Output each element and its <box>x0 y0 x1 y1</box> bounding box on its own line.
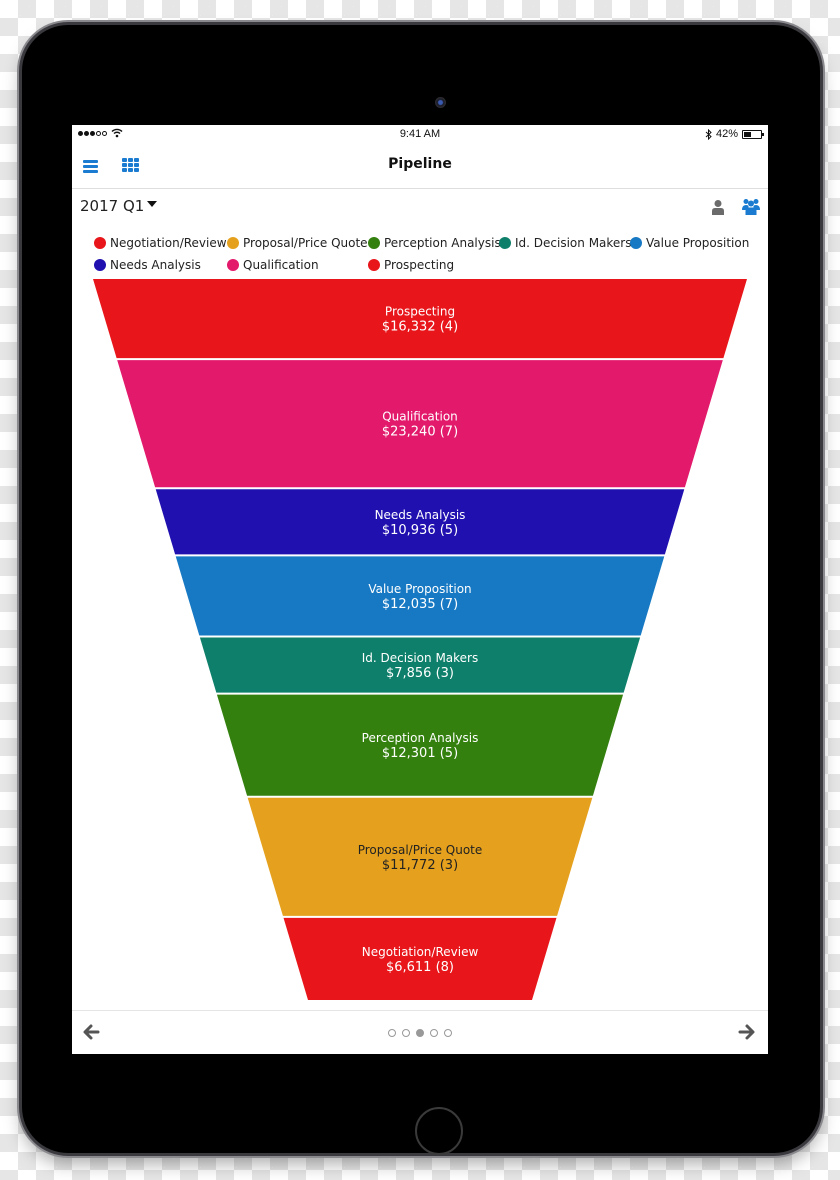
funnel-stage-label: Value Proposition <box>368 582 471 596</box>
page-dot[interactable] <box>402 1029 410 1037</box>
funnel-segment[interactable]: Perception Analysis$12,301 (5) <box>216 694 624 796</box>
funnel-segment[interactable]: Negotiation/Review$6,611 (8) <box>283 917 557 1000</box>
funnel-segment[interactable]: Id. Decision Makers$7,856 (3) <box>199 637 641 693</box>
funnel-segment[interactable]: Needs Analysis$10,936 (5) <box>155 489 685 555</box>
funnel-value-label: $7,856 (3) <box>386 666 454 681</box>
funnel-stage-label: Prospecting <box>385 305 455 319</box>
funnel-value-label: $16,332 (4) <box>382 320 458 335</box>
funnel-segment[interactable]: Value Proposition$12,035 (7) <box>175 556 665 636</box>
page-dot[interactable] <box>416 1029 424 1037</box>
home-button[interactable] <box>415 1107 463 1155</box>
camera-icon <box>435 97 446 108</box>
page-indicator <box>72 1029 768 1037</box>
pager-footer <box>72 1010 768 1054</box>
funnel-value-label: $10,936 (5) <box>382 523 458 538</box>
funnel-stage-label: Proposal/Price Quote <box>358 843 483 857</box>
funnel-value-label: $12,035 (7) <box>382 597 458 612</box>
page-dot[interactable] <box>430 1029 438 1037</box>
page-dot[interactable] <box>388 1029 396 1037</box>
funnel-stage-label: Perception Analysis <box>362 731 479 745</box>
funnel-chart: Prospecting$16,332 (4)Qualification$23,2… <box>93 279 747 1000</box>
arrow-right-icon[interactable] <box>738 1023 756 1041</box>
funnel-value-label: $11,772 (3) <box>382 858 458 873</box>
funnel-segment[interactable]: Qualification$23,240 (7) <box>117 360 723 488</box>
funnel-stage-label: Qualification <box>382 410 458 424</box>
funnel-stage-label: Negotiation/Review <box>362 945 479 959</box>
app-screen: 9:41 AM 42% Pipeline 2017 Q1 Negotiation… <box>72 125 768 1054</box>
page-dot[interactable] <box>444 1029 452 1037</box>
funnel-segment[interactable]: Proposal/Price Quote$11,772 (3) <box>247 797 593 916</box>
funnel-value-label: $6,611 (8) <box>386 960 454 975</box>
funnel-stage-label: Id. Decision Makers <box>362 651 478 665</box>
funnel-value-label: $23,240 (7) <box>382 425 458 440</box>
funnel-stage-label: Needs Analysis <box>375 508 466 522</box>
funnel-value-label: $12,301 (5) <box>382 746 458 761</box>
funnel-segment[interactable]: Prospecting$16,332 (4) <box>93 279 747 359</box>
